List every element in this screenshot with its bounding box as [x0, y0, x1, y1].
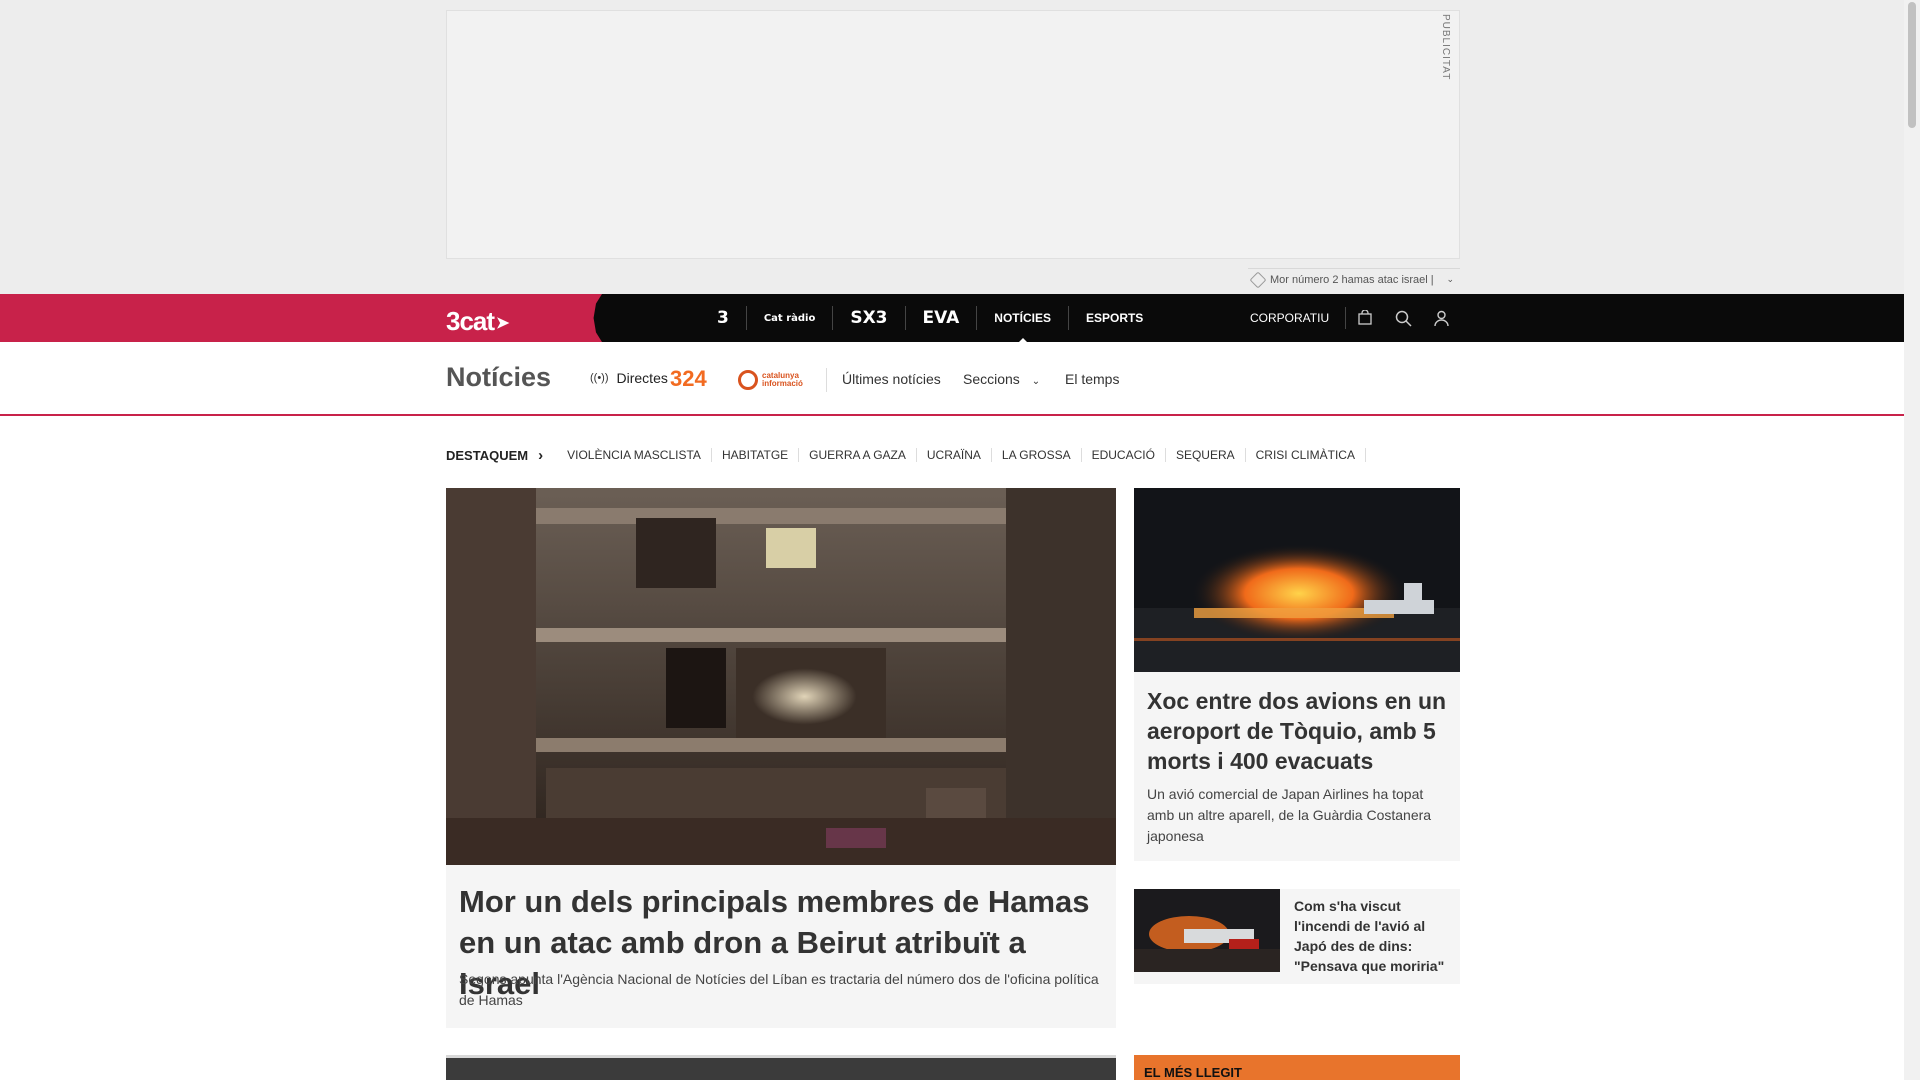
ci-logo-icon: [738, 370, 758, 390]
brand-name: 3cat: [446, 306, 495, 336]
scrollbar-thumb[interactable]: [1908, 2, 1916, 128]
corporatiu-link[interactable]: CORPORATIU: [1250, 307, 1347, 329]
highlight-item[interactable]: EDUCACIÓ: [1082, 448, 1166, 462]
main-story-card[interactable]: Mor un dels principals membres de Hamas …: [446, 865, 1116, 1028]
directes-label: Directes: [616, 370, 668, 386]
nav-noticies[interactable]: NOTÍCIES: [977, 306, 1069, 344]
highlight-item[interactable]: CRISI CLIMÀTICA: [1246, 448, 1366, 462]
logo-324[interactable]: 324: [670, 366, 707, 392]
chevron-right-icon: ›: [538, 446, 544, 464]
small-story-card[interactable]: Com s'ha viscut l'incendi de l'avió al J…: [1134, 889, 1460, 984]
side-story-image[interactable]: [1134, 488, 1460, 672]
highlight-item[interactable]: HABITATGE: [712, 448, 800, 462]
ad-banner[interactable]: [446, 10, 1460, 259]
directes-link[interactable]: ((•)) Directes: [590, 370, 668, 386]
channel-sx3[interactable]: SX3: [833, 306, 906, 330]
ad-zone: PUBLICITAT Mor número 2 hamas atac israe…: [0, 0, 1904, 294]
most-read-label: EL MÉS LLEGIT: [1144, 1065, 1242, 1080]
destaquem-label[interactable]: DESTAQUEM ›: [446, 447, 557, 464]
highlights-bar: DESTAQUEM › VIOLÈNCIA MASCLISTA HABITATG…: [446, 446, 1366, 464]
tag-icon: [1249, 271, 1267, 288]
divider: [826, 368, 827, 392]
side-story-title[interactable]: Xoc entre dos avions en un aeroport de T…: [1147, 686, 1447, 776]
seccions-dropdown[interactable]: Seccions ⌄: [963, 371, 1040, 387]
logo-324-text: 324: [670, 366, 707, 391]
section-header: Notícies ((•)) Directes 324 catalunya inf…: [0, 342, 1904, 416]
highlight-item[interactable]: LA GROSSA: [992, 448, 1082, 462]
page-scrollbar[interactable]: [1904, 0, 1920, 1080]
small-story-image[interactable]: [1134, 889, 1280, 972]
chevron-down-icon[interactable]: ⌄: [1446, 274, 1454, 285]
most-read-header: EL MÉS LLEGIT: [1134, 1055, 1460, 1080]
cart-icon[interactable]: [1346, 294, 1384, 342]
main-story-image[interactable]: [446, 488, 1116, 865]
highlight-item[interactable]: GUERRA A GAZA: [799, 448, 917, 462]
side-story-subtitle: Un avió comercial de Japan Airlines ha t…: [1147, 786, 1432, 844]
channel-eva[interactable]: EVA: [906, 306, 978, 330]
nav-esports[interactable]: ESPORTS: [1069, 306, 1160, 330]
highlight-item[interactable]: VIOLÈNCIA MASCLISTA: [557, 448, 712, 462]
main-story-subtitle: Segons apunta l'Agència Nacional de Notí…: [459, 971, 1099, 1008]
channel-catradio[interactable]: Cat ràdio: [747, 306, 834, 330]
live-broadcast-icon: ((•)): [590, 372, 609, 384]
chevron-down-icon: ⌄: [1031, 376, 1041, 387]
ad-label: PUBLICITAT: [1440, 14, 1451, 81]
page: PUBLICITAT Mor número 2 hamas atac israe…: [0, 0, 1904, 1080]
brand-wedge: [0, 294, 602, 342]
highlight-item[interactable]: UCRAÏNA: [917, 448, 992, 462]
channel-3[interactable]: 3: [700, 306, 747, 330]
small-story-title[interactable]: Com s'ha viscut l'incendi de l'avió al J…: [1294, 896, 1454, 976]
search-icon[interactable]: [1384, 294, 1422, 342]
ci-logo-text: catalunya informació: [762, 371, 803, 388]
channel-nav: 3 Cat ràdio SX3 EVA NOTÍCIES ESPORTS: [700, 294, 1160, 344]
highlight-item[interactable]: SEQUERA: [1166, 448, 1246, 462]
top-navbar: 3cat ➤ 3 Cat ràdio SX3 EVA NOTÍCIES ESPOR…: [0, 294, 1904, 344]
ad-topic-tag[interactable]: Mor número 2 hamas atac israel | ⌄: [1248, 268, 1460, 290]
el-temps-link[interactable]: El temps: [1065, 371, 1119, 387]
ad-tag-text: Mor número 2 hamas atac israel |: [1270, 273, 1434, 286]
side-story-card[interactable]: Xoc entre dos avions en un aeroport de T…: [1134, 672, 1460, 861]
logo-catalunya-informacio[interactable]: catalunya informació: [738, 370, 803, 390]
ultimes-noticies-link[interactable]: Últimes notícies: [842, 371, 941, 387]
section-title[interactable]: Notícies: [446, 362, 551, 393]
seccions-label: Seccions: [963, 371, 1020, 387]
brand-logo[interactable]: 3cat ➤: [446, 306, 509, 337]
right-tools: CORPORATIU: [1250, 294, 1460, 342]
next-story-image[interactable]: [446, 1055, 1116, 1080]
user-icon[interactable]: [1422, 294, 1460, 342]
brand-arrow-icon: ➤: [496, 315, 509, 333]
